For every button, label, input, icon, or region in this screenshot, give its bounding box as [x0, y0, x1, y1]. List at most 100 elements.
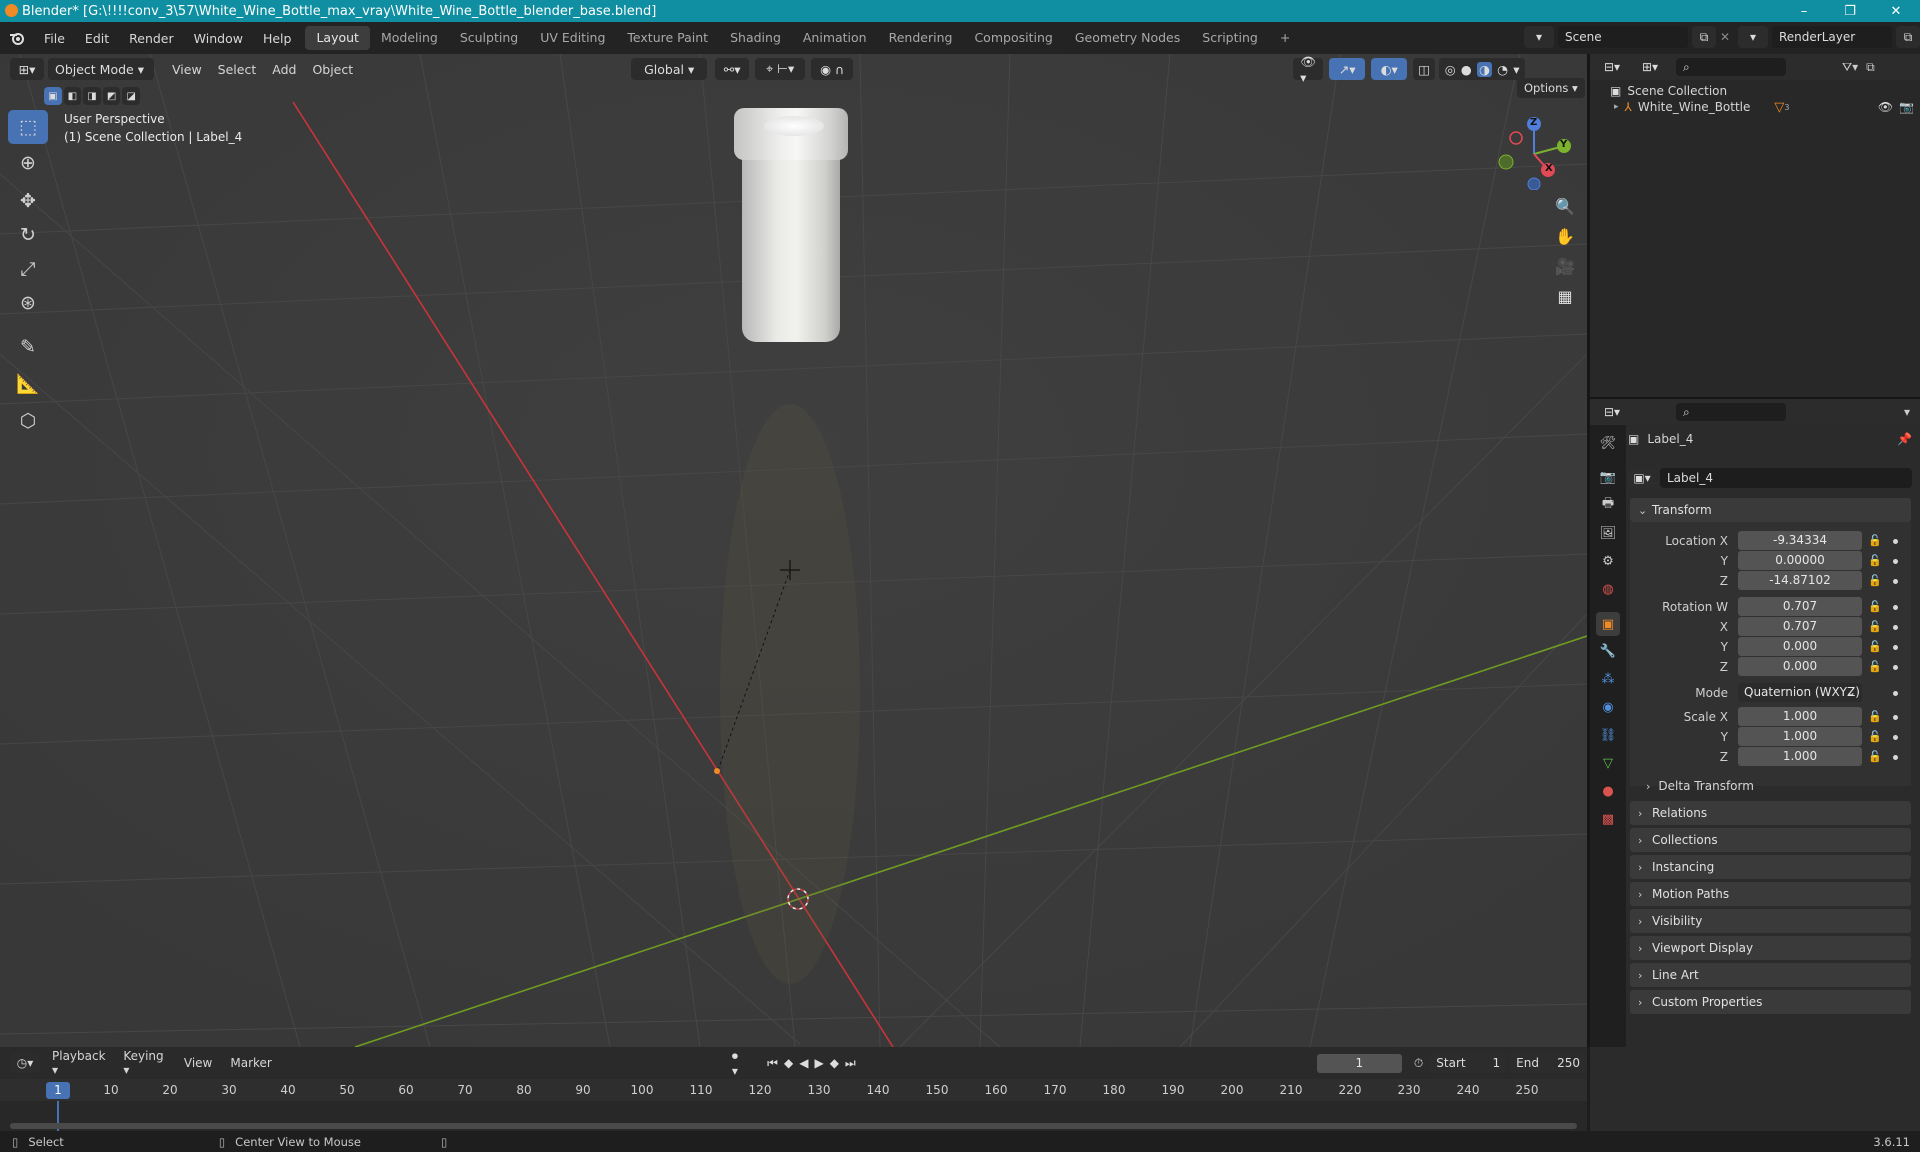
- properties-editor-type-icon[interactable]: ⊟▾: [1596, 402, 1628, 422]
- tool-tab-icon[interactable]: 🛠: [1596, 431, 1620, 455]
- rotate-tool-icon[interactable]: ↻: [8, 218, 48, 252]
- select-invert-icon[interactable]: ◩: [102, 87, 121, 105]
- keyframe-dot-icon[interactable]: [1893, 691, 1898, 696]
- lock-scale-z-icon[interactable]: 🔓: [1868, 750, 1882, 763]
- display-mode-icon[interactable]: ⊞▾: [1634, 57, 1666, 77]
- add-cube-tool-icon[interactable]: ⬡: [8, 404, 48, 438]
- shading-modes[interactable]: ◎ ● ◑ ◔ ▾: [1439, 58, 1526, 80]
- wireframe-shading-icon[interactable]: ◎: [1445, 62, 1456, 77]
- select-box-tool-icon[interactable]: ⬚: [8, 110, 48, 144]
- lock-location-y-icon[interactable]: 🔓: [1868, 554, 1882, 567]
- lock-rotation-x-icon[interactable]: 🔓: [1868, 620, 1882, 633]
- scene-name-field[interactable]: Scene: [1558, 26, 1688, 48]
- outliner-editor-type-icon[interactable]: ⊟▾: [1596, 57, 1628, 77]
- delete-scene-icon[interactable]: ✕: [1720, 30, 1734, 44]
- keyframe-dot-icon[interactable]: [1893, 645, 1898, 650]
- add-workspace-button[interactable]: +: [1269, 26, 1301, 50]
- mesh-data-icon[interactable]: ▽: [1774, 100, 1784, 115]
- viewport-display-panel[interactable]: › Viewport Display: [1630, 936, 1911, 960]
- outliner-search-input[interactable]: ⌕: [1676, 58, 1786, 76]
- object-tab-icon[interactable]: ▣: [1596, 612, 1620, 636]
- menu-window[interactable]: Window: [184, 31, 253, 46]
- select-extend-icon[interactable]: ◧: [63, 87, 82, 105]
- scene-tab-icon[interactable]: ⚙: [1596, 549, 1620, 573]
- measure-tool-icon[interactable]: 📐: [8, 366, 48, 400]
- rendered-shading-icon[interactable]: ◔: [1497, 62, 1508, 77]
- jump-start-icon[interactable]: ⏮: [767, 1056, 784, 1070]
- options-button[interactable]: Options ▾: [1517, 78, 1585, 98]
- constraints-tab-icon[interactable]: ⛓: [1596, 723, 1620, 747]
- tab-uv-editing[interactable]: UV Editing: [529, 26, 616, 50]
- viewport-menu-object[interactable]: Object: [304, 62, 361, 77]
- keyframe-dot-icon[interactable]: [1893, 715, 1898, 720]
- keying-menu[interactable]: Keying ▾: [123, 1049, 172, 1077]
- start-frame-field[interactable]: Start 1: [1429, 1053, 1508, 1073]
- relations-panel[interactable]: › Relations: [1630, 801, 1911, 825]
- move-tool-icon[interactable]: ✥: [8, 184, 48, 218]
- pin-icon[interactable]: 📌: [1897, 432, 1912, 446]
- timeline-view-menu[interactable]: View: [184, 1056, 212, 1070]
- solid-shading-icon[interactable]: ●: [1461, 62, 1472, 77]
- overlay-toggle-icon[interactable]: ◐▾: [1371, 58, 1408, 80]
- outliner-item[interactable]: ▸ ⅄ White_Wine_Bottle ▽ 3 👁 📷: [1614, 97, 1914, 117]
- hide-eye-icon[interactable]: 👁: [1878, 100, 1893, 114]
- view-layer-tab-icon[interactable]: 🖼: [1596, 521, 1620, 545]
- new-scene-icon[interactable]: ⧉: [1692, 26, 1716, 48]
- collections-panel[interactable]: › Collections: [1630, 828, 1911, 852]
- custom-properties-panel[interactable]: › Custom Properties: [1630, 990, 1911, 1014]
- tab-scripting[interactable]: Scripting: [1191, 26, 1269, 50]
- visibility-panel[interactable]: › Visibility: [1630, 909, 1911, 933]
- tab-geometry-nodes[interactable]: Geometry Nodes: [1064, 26, 1191, 50]
- timeline-scrollbar[interactable]: [10, 1123, 1577, 1129]
- scale-z-field[interactable]: 1.000: [1738, 747, 1862, 766]
- minimize-button[interactable]: –: [1781, 0, 1827, 22]
- cursor-tool-icon[interactable]: ⊕: [8, 146, 48, 180]
- lock-scale-x-icon[interactable]: 🔓: [1868, 710, 1882, 723]
- expand-arrow-icon[interactable]: ▸: [1614, 102, 1619, 112]
- zoom-icon[interactable]: 🔍: [1551, 192, 1579, 220]
- object-datablock-icon[interactable]: ▣▾: [1628, 468, 1656, 488]
- viewport-menu-select[interactable]: Select: [210, 62, 265, 77]
- transform-orientation-dropdown[interactable]: Global ▾: [631, 58, 708, 80]
- frame-ruler[interactable]: 1 10 20 30 40 50 60 70 80 90 100 110 120…: [0, 1079, 1587, 1101]
- tab-shading[interactable]: Shading: [719, 26, 792, 50]
- object-mode-dropdown[interactable]: Object Mode ▾: [48, 58, 154, 80]
- snapping-icon[interactable]: ⌖ ⊢▾: [755, 58, 806, 80]
- data-tab-icon[interactable]: ▽: [1596, 751, 1620, 775]
- scene-selector-icon[interactable]: ▾: [1524, 26, 1554, 48]
- properties-search-input[interactable]: ⌕: [1676, 403, 1786, 421]
- marker-menu[interactable]: Marker: [230, 1056, 271, 1070]
- gizmo-toggle-icon[interactable]: ↗▾: [1329, 58, 1366, 80]
- bottle-object[interactable]: [734, 108, 848, 342]
- rotation-y-field[interactable]: 0.000: [1738, 637, 1862, 656]
- lock-location-z-icon[interactable]: 🔓: [1868, 574, 1882, 587]
- tab-animation[interactable]: Animation: [792, 26, 878, 50]
- scale-y-field[interactable]: 1.000: [1738, 727, 1862, 746]
- transform-panel-header[interactable]: ⌄ Transform: [1630, 498, 1911, 522]
- rotation-z-field[interactable]: 0.000: [1738, 657, 1862, 676]
- pivot-point-icon[interactable]: ⚯▾: [715, 58, 750, 80]
- keyframe-dot-icon[interactable]: [1893, 625, 1898, 630]
- transform-tool-icon[interactable]: ⊛: [8, 286, 48, 320]
- menu-help[interactable]: Help: [253, 31, 302, 46]
- motion-paths-panel[interactable]: › Motion Paths: [1630, 882, 1911, 906]
- scale-x-field[interactable]: 1.000: [1738, 707, 1862, 726]
- viewport-menu-view[interactable]: View: [164, 62, 210, 77]
- jump-end-icon[interactable]: ⏭: [845, 1056, 862, 1070]
- lock-rotation-y-icon[interactable]: 🔓: [1868, 640, 1882, 653]
- render-tab-icon[interactable]: 📷: [1596, 465, 1620, 489]
- blender-menu-icon[interactable]: [0, 31, 34, 45]
- physics-tab-icon[interactable]: ◉: [1596, 695, 1620, 719]
- auto-keying-icon[interactable]: ⏺ ▾: [732, 1049, 747, 1078]
- tab-texture-paint[interactable]: Texture Paint: [616, 26, 719, 50]
- maximize-button[interactable]: ❐: [1827, 0, 1873, 22]
- location-x-field[interactable]: -9.34334: [1738, 531, 1862, 550]
- prev-keyframe-icon[interactable]: ◆: [784, 1056, 799, 1070]
- 3d-viewport[interactable]: ⊞▾ Object Mode ▾ View Select Add Object …: [0, 54, 1587, 1047]
- material-tab-icon[interactable]: ●: [1596, 779, 1620, 803]
- keyframe-dot-icon[interactable]: [1893, 559, 1898, 564]
- rotation-x-field[interactable]: 0.707: [1738, 617, 1862, 636]
- playback-menu[interactable]: Playback ▾: [52, 1049, 113, 1077]
- stopwatch-icon[interactable]: ⏱: [1414, 1056, 1423, 1071]
- menu-edit[interactable]: Edit: [75, 31, 119, 46]
